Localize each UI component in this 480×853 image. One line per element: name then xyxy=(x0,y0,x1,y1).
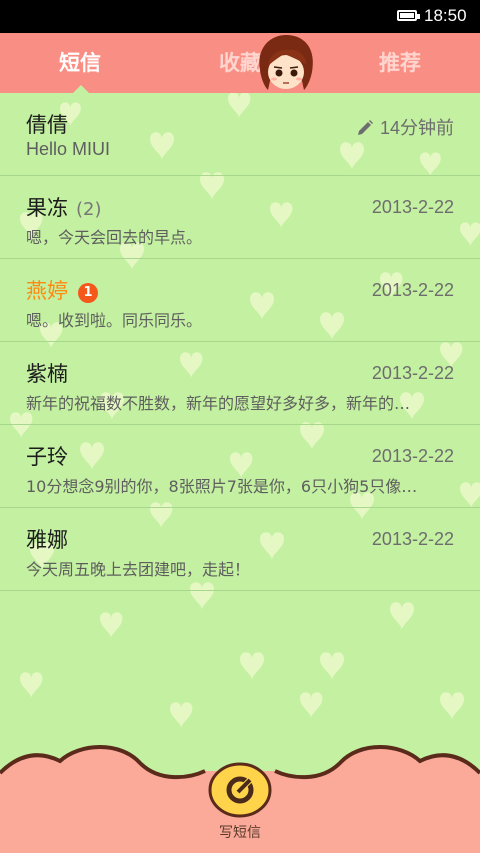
message-preview: 嗯。收到啦。同乐同乐。 xyxy=(26,311,203,330)
status-time: 18:50 xyxy=(424,6,467,25)
conversation-row[interactable]: 倩倩 14分钟前 Hello MIUI xyxy=(0,93,480,176)
tab-recommended[interactable]: 推荐 xyxy=(320,33,480,93)
conversation-row[interactable]: 果冻 (2) 2013-2-22 嗯，今天会回去的早点。 xyxy=(0,176,480,259)
draft-pencil-icon xyxy=(357,120,373,135)
message-count: (2) xyxy=(76,199,102,220)
message-time: 14分钟前 xyxy=(356,114,454,140)
contact-name: 紫楠 xyxy=(26,362,68,386)
message-date: 2013-2-22 xyxy=(371,197,454,217)
conversation-row[interactable]: 紫楠 2013-2-22 新年的祝福数不胜数，新年的愿望好多好多，新年的… xyxy=(0,342,480,425)
mascot-girl-icon xyxy=(259,34,313,90)
message-preview: 今天周五晚上去团建吧，走起！ xyxy=(26,560,251,579)
active-tab-indicator xyxy=(73,85,89,93)
message-preview: 10分想念9别的你，8张照片7张是你，6只小狗5只像… xyxy=(26,477,418,496)
message-preview: 嗯，今天会回去的早点。 xyxy=(26,228,203,247)
conversation-row[interactable]: 燕婷 1 2013-2-22 嗯。收到啦。同乐同乐。 xyxy=(0,259,480,342)
message-date: 2013-2-22 xyxy=(371,363,454,383)
compose-label: 写短信 xyxy=(219,825,261,841)
message-preview: Hello MIUI xyxy=(26,139,111,159)
battery-icon xyxy=(397,10,420,21)
unread-badge: 1 xyxy=(78,283,98,303)
contact-name-text: 果冻 xyxy=(26,196,68,220)
message-time-text: 14分钟前 xyxy=(379,118,454,138)
contact-name-text: 燕婷 xyxy=(26,279,68,303)
contact-name: 子玲 xyxy=(26,445,68,469)
message-preview: 新年的祝福数不胜数，新年的愿望好多好多，新年的… xyxy=(26,394,411,413)
contact-name: 燕婷 1 xyxy=(26,275,98,305)
contact-name: 雅娜 xyxy=(26,528,68,552)
contact-name: 倩倩 xyxy=(26,113,68,137)
message-date: 2013-2-22 xyxy=(371,529,454,549)
conversation-list: 倩倩 14分钟前 Hello MIUI 果冻 (2) 2013-2-22 嗯，今天… xyxy=(0,93,480,591)
tab-sms[interactable]: 短信 xyxy=(0,33,160,93)
message-date: 2013-2-22 xyxy=(371,446,454,466)
compose-button[interactable] xyxy=(208,762,272,818)
status-bar: 18:50 xyxy=(0,0,480,33)
conversation-row[interactable]: 雅娜 2013-2-22 今天周五晚上去团建吧，走起！ xyxy=(0,508,480,591)
message-date: 2013-2-22 xyxy=(371,280,454,300)
contact-name: 果冻 (2) xyxy=(26,192,102,222)
tab-bar: 短信 收藏 推荐 xyxy=(0,33,480,93)
conversation-row[interactable]: 子玲 2013-2-22 10分想念9别的你，8张照片7张是你，6只小狗5只像… xyxy=(0,425,480,508)
